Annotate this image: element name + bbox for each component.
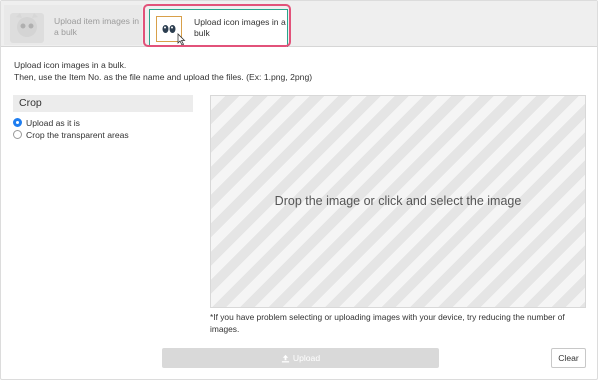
description-line: Upload icon images in a bulk.: [14, 60, 127, 70]
crop-title: Crop: [19, 97, 42, 109]
upload-description: Upload icon images in a bulk. Then, use …: [14, 59, 312, 83]
upload-button-label: Upload: [292, 353, 321, 363]
item-image-thumbnail-icon: [10, 13, 44, 43]
tab-highlight-outline: [143, 4, 291, 47]
crop-section-header: Crop: [13, 95, 193, 112]
clear-button[interactable]: Clear: [551, 348, 586, 368]
upload-note: *If you have problem selecting or upload…: [210, 312, 565, 334]
upload-button[interactable]: Upload: [162, 348, 439, 368]
radio-unselected-icon[interactable]: [13, 130, 22, 139]
crop-option-label: Crop the transparent areas: [26, 130, 129, 140]
image-drop-zone[interactable]: Drop the image or click and select the i…: [210, 95, 586, 308]
description-line: Then, use the Item No. as the file name …: [14, 72, 313, 82]
tab-upload-item-images[interactable]: Upload item images in a bulk: [4, 5, 142, 45]
tab-bar: Upload item images in a bulk Upload icon…: [1, 1, 597, 47]
tab-label: Upload item images in a bulk: [54, 16, 140, 37]
clear-button-label: Clear: [558, 353, 579, 363]
upload-icon: [281, 354, 289, 362]
drop-zone-text: Drop the image or click and select the i…: [274, 194, 522, 208]
crop-option-label: Upload as it is: [26, 118, 80, 128]
radio-selected-icon[interactable]: [13, 118, 22, 127]
